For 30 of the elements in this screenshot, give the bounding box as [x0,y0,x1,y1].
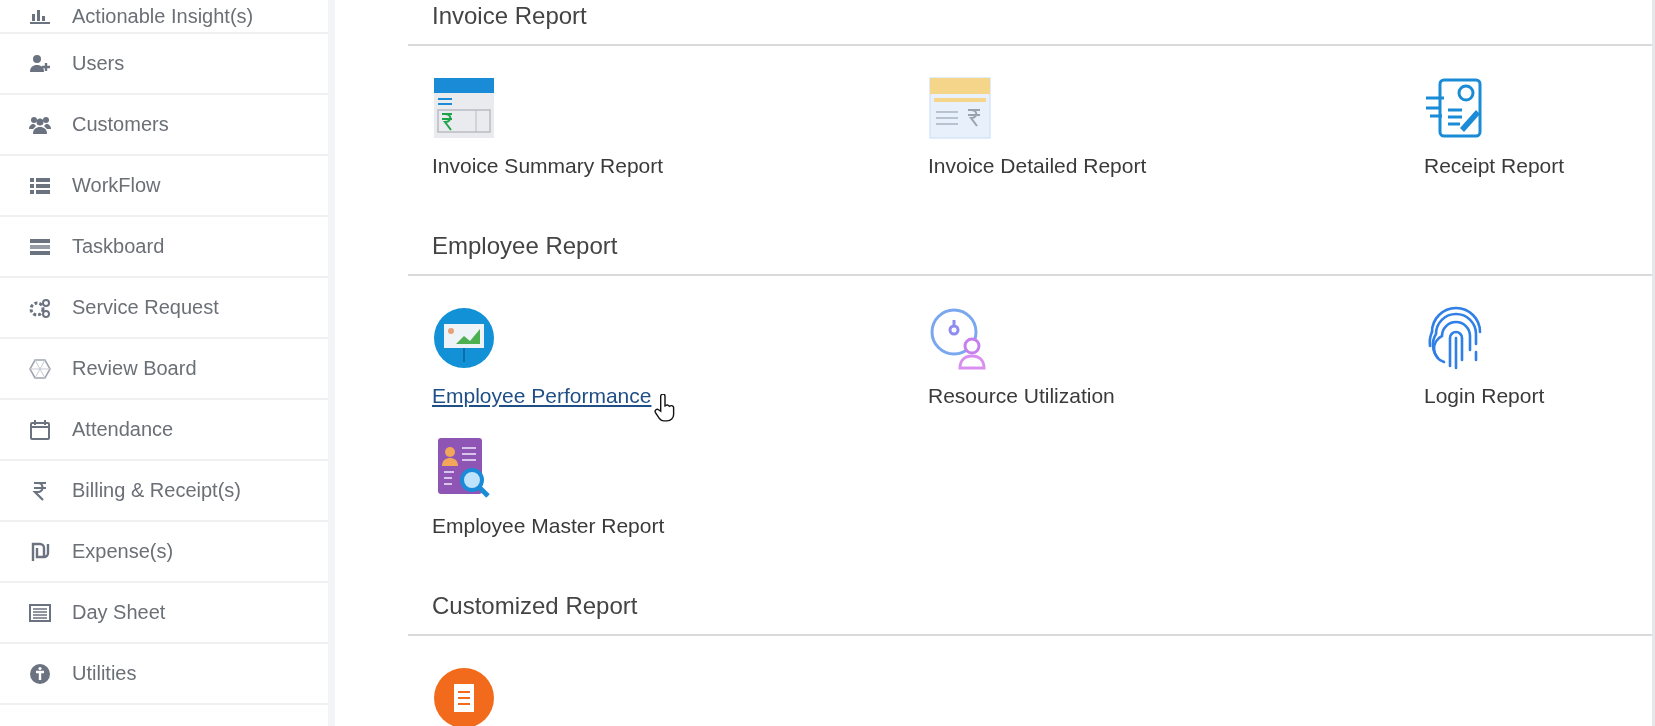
report-link[interactable]: Invoice Detailed Report [928,154,1147,178]
section-heading: Invoice Report [408,0,1652,46]
sidebar-item[interactable]: Utilities [0,644,328,705]
calendar-icon [28,417,52,442]
invoice-icon [928,76,992,140]
document-icon [432,666,496,726]
report-link[interactable]: Employee Master Report [432,514,665,538]
sidebar-item[interactable]: Attendance [0,400,328,461]
sidebar-item[interactable]: Expense(s) [0,522,328,583]
sidebar-item[interactable]: Billing & Receipt(s) [0,461,328,522]
section-heading: Employee Report [408,230,1652,276]
presentation-icon [432,306,496,370]
sidebar-item[interactable]: Service Request [0,278,328,339]
report-link[interactable]: Employee Performance [432,384,652,408]
sidebar-item[interactable]: Day Sheet [0,583,328,644]
hand-cursor-icon [654,394,676,422]
report-link[interactable]: Resource Utilization [928,384,1115,408]
invoice-icon [432,76,496,140]
report-link[interactable]: Login Report [1424,384,1545,408]
sidebar-item[interactable]: Users [0,34,328,95]
sidebar-item[interactable]: Review Board [0,339,328,400]
report-link[interactable]: Invoice Summary Report [432,154,664,178]
hexagon-icon [28,356,52,381]
section-heading: Customized Report [408,590,1652,636]
sidebar-item[interactable]: Customers [0,95,328,156]
sidebar-item[interactable]: Taskboard [0,217,328,278]
sidebar-item[interactable]: WorkFlow [0,156,328,217]
sidebar-item[interactable]: Actionable Insight(s) [0,0,328,34]
info-circle-icon [28,661,52,686]
report-link[interactable]: Receipt Report [1424,154,1565,178]
